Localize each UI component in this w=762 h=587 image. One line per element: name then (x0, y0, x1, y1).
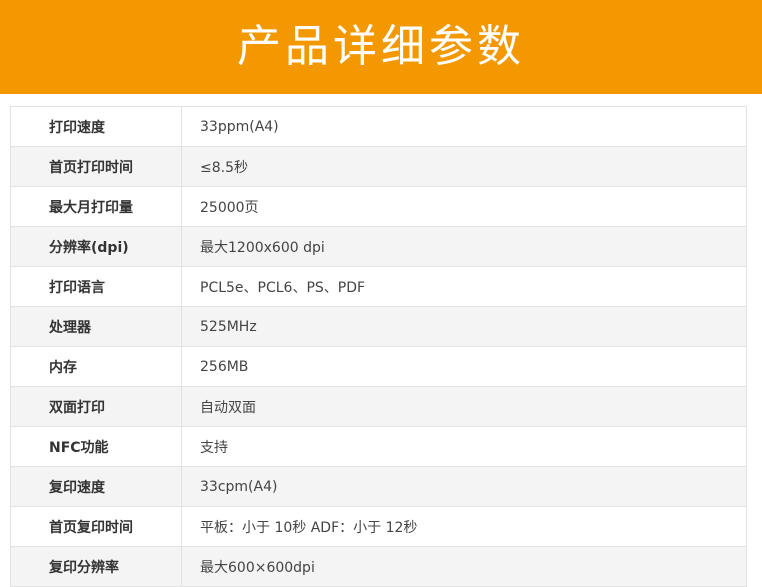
table-row: 首页打印时间 ≤8.5秒 (10, 146, 747, 187)
table-row: 最大月打印量 25000页 (10, 186, 747, 227)
table-row: 复印分辨率 最大600×600dpi (10, 546, 747, 587)
spec-label: 复印分辨率 (10, 546, 182, 587)
spec-table: 打印速度 33ppm(A4) 首页打印时间 ≤8.5秒 最大月打印量 25000… (10, 106, 747, 587)
spec-label: 打印语言 (10, 266, 182, 307)
spec-label: NFC功能 (10, 426, 182, 467)
spec-value: 最大600×600dpi (181, 546, 747, 587)
spec-label: 处理器 (10, 306, 182, 347)
spec-value: 33ppm(A4) (181, 106, 747, 147)
spec-value: ≤8.5秒 (181, 146, 747, 187)
spec-label: 内存 (10, 346, 182, 387)
spec-value: 25000页 (181, 186, 747, 227)
page-title: 产品详细参数 (237, 21, 525, 72)
table-row: 双面打印 自动双面 (10, 386, 747, 427)
table-row: 打印速度 33ppm(A4) (10, 106, 747, 147)
table-row: 首页复印时间 平板：小于 10秒 ADF：小于 12秒 (10, 506, 747, 547)
table-row: 打印语言 PCL5e、PCL6、PS、PDF (10, 266, 747, 307)
spec-label: 首页打印时间 (10, 146, 182, 187)
header-banner: 产品详细参数 (0, 0, 762, 94)
spec-value: 支持 (181, 426, 747, 467)
table-row: NFC功能 支持 (10, 426, 747, 467)
table-row: 内存 256MB (10, 346, 747, 387)
spec-value: 256MB (181, 346, 747, 387)
spec-label: 首页复印时间 (10, 506, 182, 547)
table-row: 复印速度 33cpm(A4) (10, 466, 747, 507)
table-row: 分辨率(dpi) 最大1200x600 dpi (10, 226, 747, 267)
spec-value: 33cpm(A4) (181, 466, 747, 507)
spec-label: 复印速度 (10, 466, 182, 507)
spec-label: 双面打印 (10, 386, 182, 427)
spec-value: 平板：小于 10秒 ADF：小于 12秒 (181, 506, 747, 547)
spec-label: 分辨率(dpi) (10, 226, 182, 267)
spec-label: 打印速度 (10, 106, 182, 147)
spec-value: PCL5e、PCL6、PS、PDF (181, 266, 747, 307)
table-row: 处理器 525MHz (10, 306, 747, 347)
spec-label: 最大月打印量 (10, 186, 182, 227)
spec-value: 自动双面 (181, 386, 747, 427)
spec-value: 525MHz (181, 306, 747, 347)
spec-value: 最大1200x600 dpi (181, 226, 747, 267)
